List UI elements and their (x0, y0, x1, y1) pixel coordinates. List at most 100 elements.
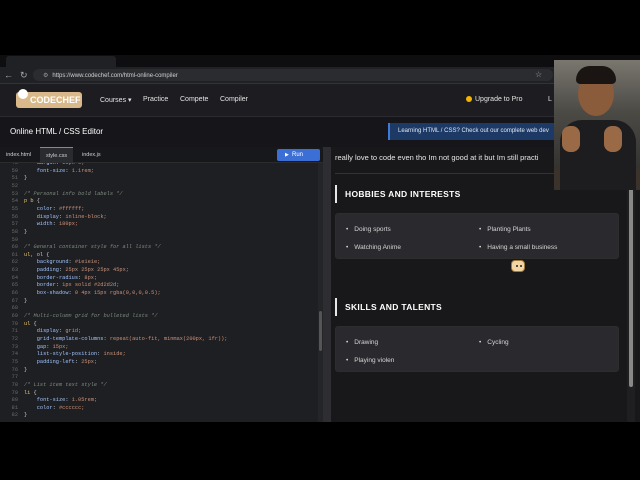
line-number: 67 (11, 297, 18, 304)
code-line[interactable]: 73 gap: 15px; (0, 344, 318, 352)
code-text: color: #ffffff; (36, 205, 85, 212)
line-number: 51 (11, 175, 18, 182)
person-hair (576, 66, 616, 84)
code-text: color: #cccccc; (36, 404, 85, 411)
hobbies-list: Doing sports Planting Plants Watching An… (335, 213, 619, 259)
code-line[interactable]: 51} (0, 175, 318, 183)
code-line[interactable]: 56 display: inline-block; (0, 214, 318, 222)
code-text: background: #1e1e1e; (36, 259, 101, 266)
upgrade-to-pro-link[interactable]: Upgrade to Pro (466, 96, 522, 103)
code-line[interactable]: 54 p b { (0, 198, 318, 206)
code-editor: index.html style.css index.js ▶ Run 48 ma… (0, 147, 323, 422)
code-text: /* List item text style */ (24, 381, 107, 388)
line-number: 73 (11, 343, 18, 350)
code-line[interactable]: 64 border-radius: 8px; (0, 275, 318, 283)
line-number: 58 (11, 228, 18, 235)
code-text: grid-template-columns: repeat(auto-fit, … (36, 335, 228, 342)
code-line[interactable]: 63 padding: 25px 25px 25px 45px; (0, 267, 318, 275)
play-icon: ▶ (285, 152, 289, 158)
list-item: Playing violen (346, 357, 394, 364)
code-text: list-style-position: inside; (36, 351, 126, 358)
run-label: Run (292, 151, 304, 158)
code-line[interactable]: 53 /* Personal info bold labels */ (0, 191, 318, 199)
site-info-icon[interactable]: ⚙ (43, 73, 48, 79)
line-number: 56 (11, 213, 18, 220)
code-line[interactable]: 80 font-size: 1.05rem; (0, 397, 318, 405)
browser-tab-active[interactable] (6, 56, 116, 67)
nav-courses-label: Courses (100, 97, 127, 104)
login-link[interactable]: L (548, 96, 552, 103)
nav-compiler[interactable]: Compiler (220, 96, 248, 103)
code-line[interactable]: 57 width: 180px; (0, 221, 318, 229)
tab-style-css[interactable]: style.css (40, 147, 74, 163)
code-text: ul, ol { (24, 251, 50, 258)
skills-heading: SKILLS AND TALENTS (335, 298, 615, 316)
code-line[interactable]: 72 grid-template-columns: repeat(auto-fi… (0, 336, 318, 344)
pane-resizer[interactable] (323, 147, 331, 422)
code-line[interactable]: 69 /* Multi-column grid for bulleted list… (0, 313, 318, 321)
editor-scroll-thumb[interactable] (319, 311, 322, 351)
list-item: Planting Plants (479, 226, 530, 233)
code-line[interactable]: 76} (0, 367, 318, 375)
codechef-logo[interactable]: CODECHEF (16, 89, 82, 108)
skills-list: Drawing Cycling Playing violen (335, 326, 619, 372)
code-line[interactable]: 78 /* List item text style */ (0, 382, 318, 390)
code-line[interactable]: 60 /* General container style for all lis… (0, 244, 318, 252)
line-number: 68 (11, 305, 18, 312)
bookmark-star-icon[interactable]: ☆ (535, 70, 542, 79)
code-line[interactable]: 68 (0, 305, 318, 313)
line-number: 50 (11, 167, 18, 174)
line-number: 76 (11, 366, 18, 373)
code-line[interactable]: 77 (0, 374, 318, 382)
code-line[interactable]: 67} (0, 298, 318, 306)
list-item: Watching Anime (346, 244, 401, 251)
code-line[interactable]: 55 color: #ffffff; (0, 206, 318, 214)
nav-compete[interactable]: Compete (180, 96, 208, 103)
line-number: 71 (11, 328, 18, 335)
code-line[interactable]: 66 box-shadow: 0 4px 15px rgba(0,0,0,0.5… (0, 290, 318, 298)
code-line[interactable]: 61 ul, ol { (0, 252, 318, 260)
line-number: 53 (11, 190, 18, 197)
code-line[interactable]: 65 border: 1px solid #2d2d2d; (0, 282, 318, 290)
screen: ← ↻ ⚙ https://www.codechef.com/html-onlin… (0, 0, 640, 480)
code-line[interactable]: 74 list-style-position: inside; (0, 351, 318, 359)
code-line[interactable]: 50 font-size: 1.1rem; (0, 168, 318, 176)
line-number: 59 (11, 236, 18, 243)
url-field[interactable]: ⚙ https://www.codechef.com/html-online-co… (33, 69, 553, 81)
code-line[interactable]: 75 padding-left: 25px; (0, 359, 318, 367)
editor-titlebar: Online HTML / CSS Editor Learning HTML /… (0, 117, 640, 147)
code-line[interactable]: 71 display: grid; (0, 328, 318, 336)
line-number: 60 (11, 244, 18, 251)
code-area[interactable]: 48 margin: 15px 0; 50 font-size: 1.1rem; 5… (0, 163, 318, 422)
address-bar: ← ↻ ⚙ https://www.codechef.com/html-onlin… (0, 67, 640, 84)
back-arrow-icon[interactable]: ← (4, 70, 13, 80)
run-button[interactable]: ▶ Run (277, 149, 320, 161)
line-number: 57 (11, 221, 18, 228)
line-number: 55 (11, 205, 18, 212)
code-line[interactable]: 70 ul { (0, 321, 318, 329)
nav-courses[interactable]: Courses ▾ (100, 96, 132, 104)
tab-index-html[interactable]: index.html (0, 147, 37, 163)
line-number: 72 (11, 335, 18, 342)
code-line[interactable]: 79 li { (0, 390, 318, 398)
code-line[interactable]: 62 background: #1e1e1e; (0, 259, 318, 267)
code-text: } (24, 366, 28, 373)
browser-tab[interactable] (120, 56, 230, 67)
code-line[interactable]: 59 (0, 237, 318, 245)
code-line[interactable]: 81 color: #cccccc; (0, 405, 318, 413)
line-number: 66 (11, 290, 18, 297)
nav-practice[interactable]: Practice (143, 96, 168, 103)
code-line[interactable]: 52 (0, 183, 318, 191)
reload-icon[interactable]: ↻ (20, 70, 28, 80)
code-line[interactable]: 82} (0, 412, 318, 420)
code-text: } (24, 412, 28, 419)
code-text: /* General container style for all lists… (24, 244, 161, 251)
code-text: border-radius: 8px; (36, 274, 98, 281)
code-text: margin: 15px 0; (36, 163, 85, 166)
preview-scroll-thumb[interactable] (629, 177, 633, 387)
browser-window: ← ↻ ⚙ https://www.codechef.com/html-onlin… (0, 55, 640, 422)
line-number: 74 (11, 351, 18, 358)
code-line[interactable]: 58} (0, 229, 318, 237)
list-item: Drawing (346, 339, 378, 346)
tab-index-js[interactable]: index.js (76, 147, 107, 163)
